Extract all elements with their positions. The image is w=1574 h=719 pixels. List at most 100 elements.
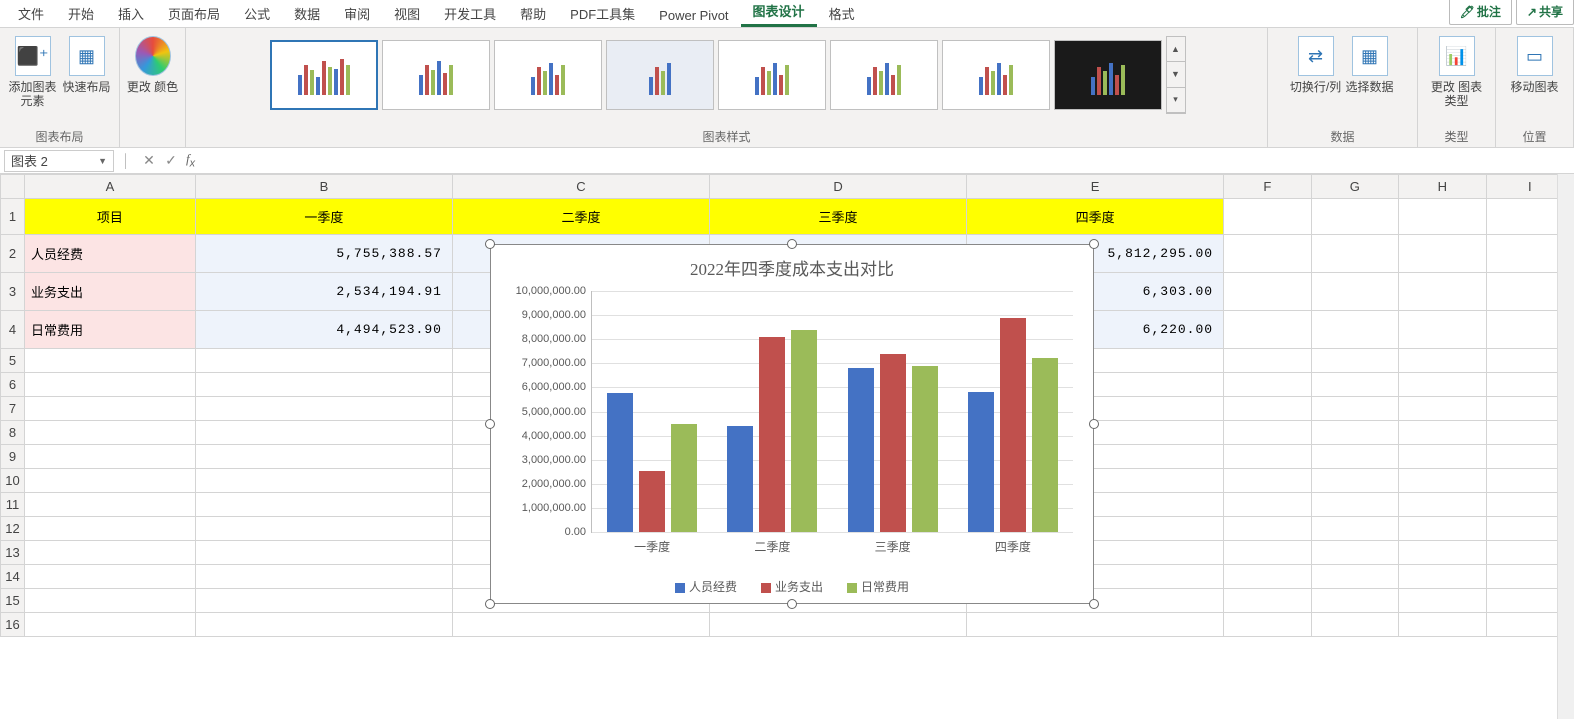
resize-handle[interactable] (485, 239, 495, 249)
cell[interactable] (195, 541, 452, 565)
cell[interactable]: 二季度 (452, 199, 709, 235)
chart-style-3[interactable] (494, 40, 602, 110)
chart-style-6[interactable] (830, 40, 938, 110)
change-colors-button[interactable]: 更改 颜色 (126, 32, 180, 94)
cell[interactable] (1399, 541, 1486, 565)
chart-bar[interactable] (727, 426, 753, 532)
cell[interactable]: 一季度 (195, 199, 452, 235)
resize-handle[interactable] (1089, 419, 1099, 429)
style-gallery-scroll[interactable]: ▲▼▾ (1166, 36, 1186, 114)
cell[interactable] (1311, 469, 1398, 493)
cell[interactable] (1224, 273, 1311, 311)
resize-handle[interactable] (787, 599, 797, 609)
legend-item[interactable]: 业务支出 (761, 578, 823, 595)
cell[interactable]: 5,755,388.57 (195, 235, 452, 273)
chart-style-7[interactable] (942, 40, 1050, 110)
cell[interactable] (24, 445, 195, 469)
embedded-chart[interactable]: 2022年四季度成本支出对比 0.001,000,000.002,000,000… (490, 244, 1094, 604)
cell[interactable] (24, 349, 195, 373)
cell[interactable] (1399, 273, 1486, 311)
add-chart-element-button[interactable]: ⬛⁺ 添加图表 元素 (6, 32, 60, 108)
row-header[interactable]: 13 (1, 541, 25, 565)
cell[interactable] (1224, 541, 1311, 565)
chart-style-2[interactable] (382, 40, 490, 110)
cell[interactable] (1224, 199, 1311, 235)
cell[interactable] (195, 517, 452, 541)
ribbon-tab[interactable]: 公式 (232, 0, 282, 27)
cell[interactable] (195, 373, 452, 397)
cell[interactable] (24, 421, 195, 445)
cell[interactable] (1311, 565, 1398, 589)
cell[interactable]: 2,534,194.91 (195, 273, 452, 311)
cell[interactable] (24, 613, 195, 637)
cell[interactable] (1224, 565, 1311, 589)
cell[interactable] (1399, 445, 1486, 469)
cell[interactable] (710, 613, 967, 637)
ribbon-tab[interactable]: 格式 (817, 0, 867, 27)
move-chart-button[interactable]: ▭ 移动图表 (1508, 32, 1562, 94)
cell[interactable]: 人员经费 (24, 235, 195, 273)
cell[interactable] (24, 589, 195, 613)
chart-bar[interactable] (880, 354, 906, 532)
row-header[interactable]: 16 (1, 613, 25, 637)
cell[interactable] (1311, 397, 1398, 421)
cell[interactable] (452, 613, 709, 637)
cell[interactable] (1399, 517, 1486, 541)
chart-bar[interactable] (639, 471, 665, 532)
cell[interactable] (24, 493, 195, 517)
col-header[interactable]: C (452, 175, 709, 199)
cell[interactable] (195, 421, 452, 445)
ribbon-tab[interactable]: PDF工具集 (558, 0, 647, 27)
change-chart-type-button[interactable]: 📊 更改 图表类型 (1430, 32, 1484, 108)
cell[interactable] (1224, 421, 1311, 445)
cell[interactable] (1311, 445, 1398, 469)
resize-handle[interactable] (485, 599, 495, 609)
cell[interactable] (1224, 589, 1311, 613)
cell[interactable] (1399, 589, 1486, 613)
cell[interactable] (1311, 273, 1398, 311)
cell[interactable] (195, 613, 452, 637)
row-header[interactable]: 12 (1, 517, 25, 541)
col-header[interactable]: E (967, 175, 1224, 199)
vertical-scrollbar[interactable] (1557, 174, 1574, 719)
cell[interactable] (195, 589, 452, 613)
cell[interactable]: 三季度 (710, 199, 967, 235)
cell[interactable] (1399, 397, 1486, 421)
col-header[interactable]: H (1399, 175, 1486, 199)
quick-layout-button[interactable]: ▦ 快速布局 (60, 32, 114, 108)
ribbon-tab[interactable]: 开发工具 (432, 0, 508, 27)
chart-plot-area[interactable]: 0.001,000,000.002,000,000.003,000,000.00… (591, 291, 1073, 533)
cell[interactable] (1224, 613, 1311, 637)
cell[interactable]: 日常费用 (24, 311, 195, 349)
ribbon-tab[interactable]: 文件 (6, 0, 56, 27)
chart-bar[interactable] (791, 330, 817, 532)
row-header[interactable]: 1 (1, 199, 25, 235)
ribbon-tab[interactable]: 帮助 (508, 0, 558, 27)
col-header[interactable]: F (1224, 175, 1311, 199)
cell[interactable] (1399, 199, 1486, 235)
cell[interactable] (195, 397, 452, 421)
cell[interactable] (24, 565, 195, 589)
chart-bar[interactable] (607, 393, 633, 532)
cell[interactable]: 4,494,523.90 (195, 311, 452, 349)
cell[interactable] (1224, 445, 1311, 469)
ribbon-tab[interactable]: 开始 (56, 0, 106, 27)
row-header[interactable]: 10 (1, 469, 25, 493)
col-header[interactable]: A (24, 175, 195, 199)
select-data-button[interactable]: ▦ 选择数据 (1343, 32, 1397, 94)
cell[interactable] (24, 517, 195, 541)
comment-button[interactable]: 🖊批注 (1449, 0, 1512, 25)
cell[interactable] (1224, 517, 1311, 541)
legend-item[interactable]: 日常费用 (847, 578, 909, 595)
row-header[interactable]: 7 (1, 397, 25, 421)
ribbon-tab[interactable]: Power Pivot (647, 3, 740, 27)
cell[interactable] (1399, 349, 1486, 373)
cell[interactable]: 四季度 (967, 199, 1224, 235)
row-header[interactable]: 9 (1, 445, 25, 469)
col-header[interactable]: G (1311, 175, 1398, 199)
cell[interactable] (1224, 493, 1311, 517)
cell[interactable] (967, 613, 1224, 637)
chart-bar[interactable] (912, 366, 938, 532)
cell[interactable] (1224, 469, 1311, 493)
chart-style-4[interactable] (606, 40, 714, 110)
